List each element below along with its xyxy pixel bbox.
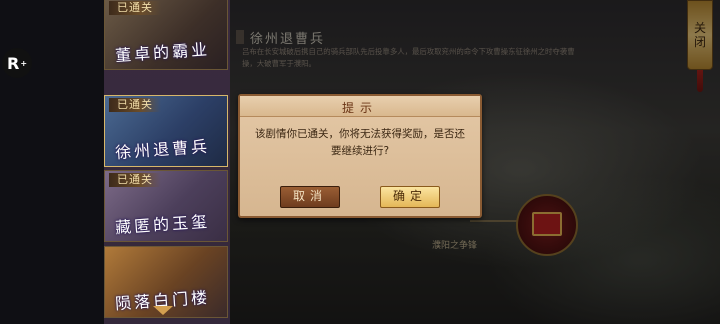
dialog-title: 提示 bbox=[341, 101, 378, 115]
cleared-badge: 已通关 bbox=[109, 98, 161, 112]
app-logo[interactable]: R + bbox=[2, 48, 32, 78]
stage-card-3[interactable]: 已通关 藏匿的玉玺 bbox=[104, 170, 228, 242]
cancel-button[interactable]: 取消 bbox=[280, 186, 340, 208]
cleared-badge: 已通关 bbox=[109, 173, 161, 187]
cleared-badge: 已通关 bbox=[109, 1, 161, 15]
scroll-down-arrow-icon[interactable] bbox=[153, 306, 173, 315]
stage-card-1[interactable]: 已通关 董卓的霸业 bbox=[104, 0, 228, 70]
confirm-button[interactable]: 确定 bbox=[380, 186, 440, 208]
dialog-message: 该剧情你已通关，你将无法获得奖励，是否还要继续进行? bbox=[255, 128, 465, 157]
confirm-dialog: 提示 该剧情你已通关，你将无法获得奖励，是否还要继续进行? 取消 确定 bbox=[238, 94, 482, 218]
stage-list: 已通关 董卓的霸业 已通关 徐州退曹兵 已通关 藏匿的玉玺 陨落白门楼 bbox=[104, 0, 230, 324]
dialog-header: 提示 bbox=[240, 96, 480, 117]
stage-card-4[interactable]: 陨落白门楼 bbox=[104, 246, 228, 318]
stage-card-2[interactable]: 已通关 徐州退曹兵 bbox=[104, 95, 228, 167]
